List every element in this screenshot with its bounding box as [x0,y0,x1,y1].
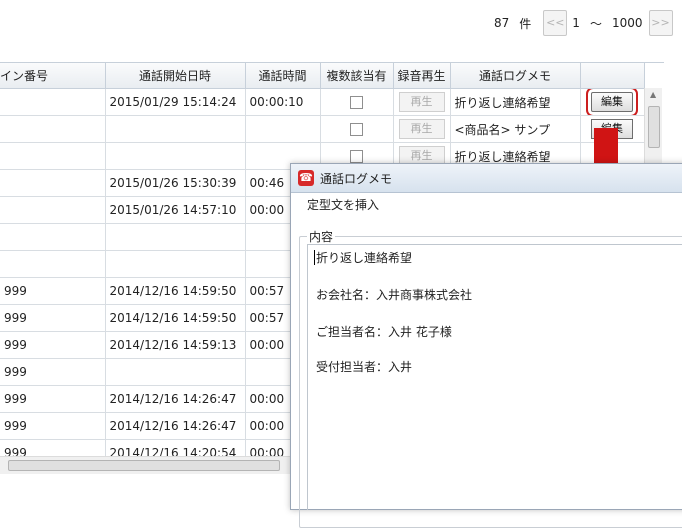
col-header-multiple-match[interactable]: 複数該当有 [320,63,394,89]
cell-line-number [0,88,106,116]
record-count: 87 [494,16,510,30]
cell-call-start: 2014/12/16 14:26:47 [105,385,246,413]
cell-call-start: 2014/12/16 14:59:50 [105,277,246,305]
cell-line-number [0,223,106,251]
cell-line-number [0,142,106,170]
range-separator: ～ [589,16,602,31]
text-caret [314,250,315,265]
range-end: 1000 [611,16,643,30]
range-start: 1 [572,16,580,30]
scroll-up-icon[interactable]: ▲ [650,90,656,99]
scrollbar-thumb[interactable] [648,106,660,148]
cell-call-start: 2015/01/26 15:30:39 [105,169,246,197]
cell-call-start [105,115,246,143]
multiple-match-checkbox[interactable] [350,150,363,163]
cell-line-number [0,196,106,224]
cell-line-number: 999 [0,331,106,359]
play-recording-button[interactable]: 再生 [398,119,445,139]
cell-duration [245,115,321,143]
cell-line-number: 999 [0,358,106,386]
memo-line-2: お会社名：入井商事株式会社 [316,288,473,302]
phone-icon: ☎ [298,170,314,186]
scrollbar-thumb[interactable] [8,460,280,471]
cell-multiple-match [320,88,394,116]
cell-line-number: 999 [0,304,106,332]
pager: 87 件 << 1 ～ 1000 >> [480,10,677,36]
cell-duration: 00:00:10 [245,88,321,116]
cell-line-number [0,115,106,143]
cell-line-number [0,250,106,278]
cell-call-start [105,223,246,251]
cell-playback: 再生 [393,115,451,143]
play-recording-button[interactable]: 再生 [398,92,445,112]
col-header-line-number[interactable]: イン番号 [0,63,106,89]
dialog-title-bar[interactable]: ☎ 通話ログメモ [291,164,682,193]
next-page-button[interactable]: >> [648,10,673,36]
cell-call-start: 2014/12/16 14:59:13 [105,331,246,359]
grid-header-row: イン番号 通話開始日時 通話時間 複数該当有 録音再生 通話ログメモ [0,63,645,89]
multiple-match-checkbox[interactable] [350,123,363,136]
cell-line-number: 999 [0,277,106,305]
col-header-edit [580,63,645,89]
dialog-title: 通話ログメモ [320,171,393,186]
memo-line-3: ご担当者名：入井 花子様 [316,325,452,339]
call-log-memo-dialog: ☎ 通話ログメモ 定型文を挿入 内容 折り返し連絡希望 お会社名：入井商事株式会… [290,163,682,528]
cell-call-start: 2015/01/26 14:57:10 [105,196,246,224]
multiple-match-checkbox[interactable] [350,96,363,109]
grid-horizontal-scrollbar[interactable] [0,456,292,474]
memo-line-1: 折り返し連絡希望 [316,251,413,265]
cell-call-start [105,358,246,386]
cell-edit: 編集 [580,88,645,116]
cell-call-start [105,142,246,170]
col-header-memo[interactable]: 通話ログメモ [450,63,581,89]
cell-line-number [0,169,106,197]
first-page-button[interactable]: << [543,10,568,36]
cell-call-start [105,250,246,278]
memo-line-4: 受付担当者：入井 [316,360,413,374]
cell-line-number: 999 [0,412,106,440]
insert-template-menu[interactable]: 定型文を挿入 [291,193,682,217]
cell-multiple-match [320,115,394,143]
cell-call-start: 2015/01/29 15:14:24 [105,88,246,116]
cell-call-start: 2014/12/16 14:59:50 [105,304,246,332]
content-legend: 内容 [307,228,336,245]
memo-textarea[interactable]: 折り返し連絡希望 お会社名：入井商事株式会社 ご担当者名：入井 花子様 受付担当… [307,244,682,510]
table-row[interactable]: 再生<商品名> サンプ編集 [0,115,645,143]
edit-memo-button[interactable]: 編集 [586,88,638,115]
cell-line-number: 999 [0,385,106,413]
col-header-call-start[interactable]: 通話開始日時 [105,63,246,89]
cell-memo: 折り返し連絡希望 [450,88,581,116]
record-count-unit: 件 [519,16,532,31]
cell-call-start: 2014/12/16 14:26:47 [105,412,246,440]
col-header-duration[interactable]: 通話時間 [245,63,321,89]
table-row[interactable]: 2015/01/29 15:14:24 00:00:10 再生 折り返し連絡希望 編集 [0,88,645,116]
cell-playback: 再生 [393,88,451,116]
cell-memo: <商品名> サンプ [450,115,581,143]
col-header-playback[interactable]: 録音再生 [393,63,451,89]
